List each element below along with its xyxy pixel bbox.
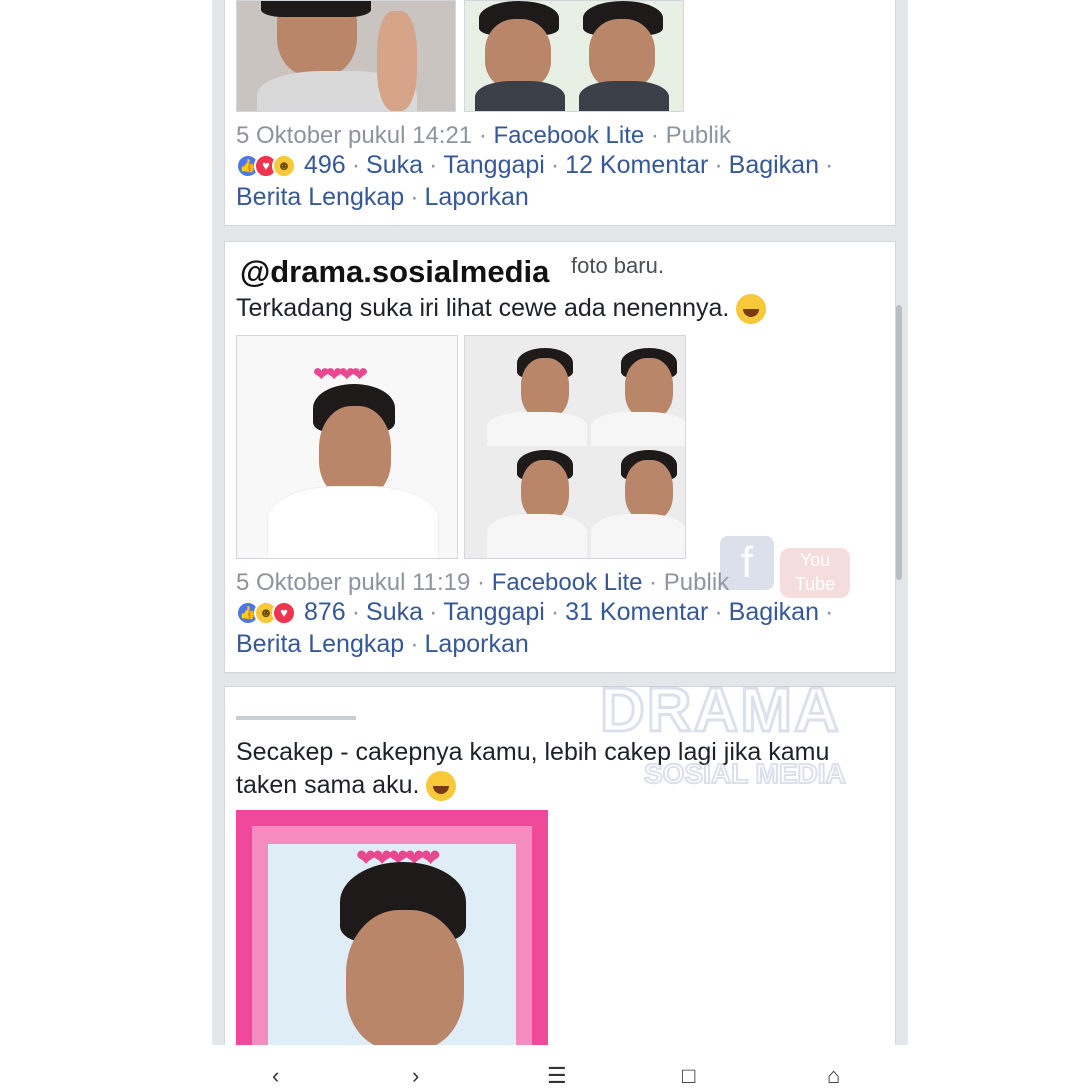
laughing-emoji-icon (736, 294, 767, 325)
post-photo[interactable] (236, 0, 456, 112)
reaction-icons[interactable]: 👍 ♥ ☻ (236, 153, 296, 178)
haha-reaction-icon: ☻ (272, 153, 296, 178)
reaction-count[interactable]: 876 (304, 598, 346, 627)
post-meta: 5 Oktober pukul 11:19 · Facebook Lite · … (236, 569, 730, 596)
redacted-name-bar (236, 716, 356, 720)
full-story-link[interactable]: Berita Lengkap (236, 630, 404, 658)
post-meta: 5 Oktober pukul 14:21 · Facebook Lite · … (236, 122, 731, 149)
menu-icon[interactable]: ☰ (547, 1063, 567, 1089)
post-more-actions: Berita Lengkap · Laporkan (236, 183, 529, 211)
reaction-count[interactable]: 496 (304, 151, 346, 180)
back-icon[interactable]: ‹ (272, 1063, 279, 1089)
post-timestamp[interactable]: 5 Oktober pukul 11:19 (236, 569, 470, 596)
app-link[interactable]: Facebook Lite (493, 122, 644, 149)
share-button[interactable]: Bagikan (729, 151, 819, 180)
full-story-link[interactable]: Berita Lengkap (236, 183, 404, 211)
post-photo[interactable] (464, 335, 686, 559)
forward-icon[interactable]: › (412, 1063, 419, 1089)
post-actions: 👍 ♥ ☻ 496 · Suka · Tanggapi · 12 Komentar ·… (236, 151, 839, 180)
privacy-label: Publik (663, 569, 730, 596)
navigation-bar: ‹ › ☰ □ ⌂ (212, 1045, 908, 1088)
comments-link[interactable]: 12 Komentar (565, 151, 708, 180)
post-text-line: taken sama aku. (236, 771, 420, 799)
tabs-icon[interactable]: □ (682, 1063, 695, 1089)
post-text-line: Secakep - cakepnya kamu, lebih cakep lag… (236, 738, 830, 766)
report-link[interactable]: Laporkan (425, 183, 529, 211)
app-link[interactable]: Facebook Lite (492, 569, 643, 596)
report-link[interactable]: Laporkan (425, 630, 529, 658)
scrollbar[interactable] (896, 305, 902, 580)
love-reaction-icon: ♥ (272, 600, 296, 625)
post-photo[interactable]: ❤❤❤❤❤ (236, 810, 548, 1045)
post-text: Terkadang suka iri lihat cewe ada nenenn… (236, 294, 767, 325)
post-header-text: foto baru. (571, 253, 664, 278)
home-icon[interactable]: ⌂ (827, 1063, 840, 1089)
like-button[interactable]: Suka (366, 151, 423, 180)
post-timestamp[interactable]: 5 Oktober pukul 14:21 (236, 122, 472, 149)
post-text: Secakep - cakepnya kamu, lebih cakep lag… (236, 738, 830, 802)
post-more-actions: Berita Lengkap · Laporkan (236, 630, 529, 658)
watermark-handle: @drama.sosialmedia (238, 254, 552, 290)
reply-button[interactable]: Tanggapi (443, 598, 544, 627)
tongue-emoji-icon (426, 771, 457, 802)
like-button[interactable]: Suka (366, 598, 423, 627)
privacy-label: Publik (665, 122, 731, 149)
reply-button[interactable]: Tanggapi (443, 151, 544, 180)
post-actions: 👍 ☻ ♥ 876 · Suka · Tanggapi · 31 Komentar ·… (236, 598, 839, 627)
share-button[interactable]: Bagikan (729, 598, 819, 627)
post-photo[interactable]: ❤❤❤❤ (236, 335, 458, 559)
post-text-content: Terkadang suka iri lihat cewe ada nenenn… (236, 294, 730, 322)
reaction-icons[interactable]: 👍 ☻ ♥ (236, 600, 296, 625)
comments-link[interactable]: 31 Komentar (565, 598, 708, 627)
post-photo[interactable] (464, 0, 684, 112)
